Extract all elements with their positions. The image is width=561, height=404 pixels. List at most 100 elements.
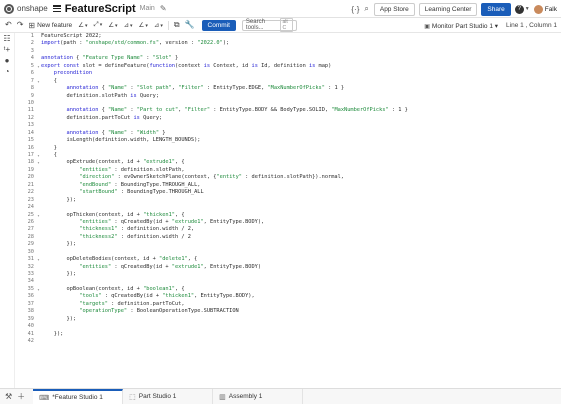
code-line[interactable]: 21 "endBound" : BoundingType.THROUGH_ALL… bbox=[15, 182, 561, 189]
tab-manager-icon[interactable]: ⚒ bbox=[5, 392, 12, 401]
new-feature-button[interactable]: ⊞ New feature bbox=[28, 21, 72, 30]
code-line[interactable]: 19 "entities" : definition.slotPath, bbox=[15, 167, 561, 174]
code-line[interactable]: 24 bbox=[15, 204, 561, 211]
code-line[interactable]: 13 bbox=[15, 122, 561, 129]
insert-operation-dropdown[interactable]: ⊿▾ bbox=[124, 21, 133, 29]
share-button[interactable]: Share bbox=[481, 2, 511, 16]
line-number: 40 bbox=[27, 323, 34, 330]
code-line[interactable]: 41 }); bbox=[15, 331, 561, 338]
code-text: export const slot = defineFeature(functi… bbox=[41, 62, 332, 69]
code-line[interactable]: 16 } bbox=[15, 145, 561, 152]
add-variable-icon[interactable]: ᵗ+ bbox=[0, 44, 14, 55]
code-line[interactable]: 25 ▾ opThicken(context, id + "thicken1", … bbox=[15, 212, 561, 219]
code-text: "entities" : qCreatedBy(id + "extrude1",… bbox=[79, 218, 265, 225]
insert-query-dropdown[interactable]: ∠▾ bbox=[108, 21, 117, 29]
comments-icon[interactable]: ● bbox=[0, 55, 14, 66]
hamburger-menu-icon[interactable] bbox=[52, 5, 61, 12]
branch-label[interactable]: Main bbox=[140, 5, 155, 12]
code-line[interactable]: 35 ▾ opBoolean(context, id + "boolean1", … bbox=[15, 286, 561, 293]
code-line[interactable]: 36 "tools" : qCreatedBy(id + "thicken1",… bbox=[15, 293, 561, 300]
code-line[interactable]: 26 "entities" : qCreatedBy(id + "extrude… bbox=[15, 219, 561, 226]
toolbar-right: ▣ Monitor Part Studio 1 ▾ Line 1 , Column… bbox=[424, 18, 557, 33]
top-right-controls: {·} ⌕ App Store Learning Center Share ? … bbox=[351, 2, 557, 16]
line-number: 24 bbox=[27, 204, 34, 211]
code-line[interactable]: 27 "thickness1" : definition.width / 2, bbox=[15, 226, 561, 233]
add-tab-icon[interactable]: ＋ bbox=[17, 391, 25, 402]
code-line[interactable]: 18 ▾ opExtrude(context, id + "extrude1", … bbox=[15, 159, 561, 166]
avatar[interactable] bbox=[533, 4, 543, 14]
code-line[interactable]: 17 ▾ { bbox=[15, 152, 561, 159]
code-line[interactable]: 39 }); bbox=[15, 316, 561, 323]
feature-list-icon[interactable]: ☷ bbox=[0, 33, 14, 44]
tab-feature-studio-1[interactable]: ⌨ *Feature Studio 1 bbox=[33, 388, 124, 404]
code-line[interactable]: 11 annotation { "Name" : "Part to cut", … bbox=[15, 107, 561, 114]
search-tools-input[interactable]: Search tools... alt C bbox=[241, 18, 297, 32]
user-name[interactable]: Falk bbox=[545, 6, 557, 13]
code-text: import(path : "onshape/std/common.fs", v… bbox=[41, 40, 230, 47]
tab-assembly-1[interactable]: ▥ Assembly 1 bbox=[213, 388, 304, 404]
code-line[interactable]: 7 ▾ { bbox=[15, 78, 561, 85]
new-feature-label: New feature bbox=[37, 21, 73, 29]
insert-evaluation-dropdown[interactable]: ∠▾ bbox=[139, 21, 148, 29]
code-line[interactable]: 15 isLength(definition.width, LENGTH_BOU… bbox=[15, 137, 561, 144]
line-number: 14 bbox=[27, 129, 34, 136]
code-line[interactable]: 4 annotation { "Feature Type Name" : "Slo… bbox=[15, 55, 561, 62]
format-code-icon[interactable]: ⧉ bbox=[174, 21, 180, 29]
line-number: 36 bbox=[27, 293, 34, 300]
edit-pencil-icon[interactable]: ✎ bbox=[160, 4, 167, 13]
code-braces-icon[interactable]: {·} bbox=[351, 5, 359, 14]
code-line[interactable]: 6 precondition bbox=[15, 70, 561, 77]
code-line[interactable]: 9 definition.slotPath is Query; bbox=[15, 93, 561, 100]
help-icon[interactable]: ? bbox=[514, 4, 524, 14]
code-line[interactable]: 32 "entities" : qCreatedBy(id + "extrude… bbox=[15, 264, 561, 271]
toolbar-divider bbox=[167, 20, 169, 30]
code-line[interactable]: 8 annotation { "Name" : "Slot path", "Fi… bbox=[15, 85, 561, 92]
line-number: 32 bbox=[27, 263, 34, 270]
code-line[interactable]: 38 "operationType" : BooleanOperationTyp… bbox=[15, 308, 561, 315]
code-line[interactable]: 5 ▾ export const slot = defineFeature(func… bbox=[15, 63, 561, 70]
search-icon[interactable]: ⌕ bbox=[364, 4, 368, 14]
code-text: { bbox=[41, 77, 57, 84]
code-line[interactable]: 1 FeatureScript 2022; bbox=[15, 33, 561, 40]
code-line[interactable]: 14 annotation { "Name" : "Width" } bbox=[15, 130, 561, 137]
line-number: 13 bbox=[27, 122, 34, 129]
code-line[interactable]: 29 }); bbox=[15, 241, 561, 248]
monitor-part-studio-dropdown[interactable]: ▣ Monitor Part Studio 1 ▾ bbox=[424, 22, 498, 30]
code-line[interactable]: 23 }); bbox=[15, 197, 561, 204]
app-store-button[interactable]: App Store bbox=[373, 2, 415, 16]
learning-center-button[interactable]: Learning Center bbox=[418, 2, 478, 16]
code-text: "direction" : evOwnerSketchPlane(context… bbox=[79, 174, 345, 181]
insert-sketch-dropdown[interactable]: ⊿▾ bbox=[154, 21, 163, 29]
code-line[interactable]: 40 bbox=[15, 323, 561, 330]
insert-snippet-dropdown[interactable]: ∠▾ bbox=[78, 21, 87, 29]
code-text: "startBound" : BoundingType.THROUGH_ALL bbox=[79, 189, 204, 196]
code-line[interactable]: 30 bbox=[15, 249, 561, 256]
history-icon[interactable]: ◔ bbox=[0, 66, 14, 77]
left-rail: ☷ ᵗ+ ● ◔ bbox=[0, 33, 15, 388]
code-line[interactable]: 20 "direction" : evOwnerSketchPlane(cont… bbox=[15, 174, 561, 181]
help-chevron-down-icon[interactable]: ▼ bbox=[525, 6, 530, 12]
commit-button[interactable]: Commit bbox=[201, 19, 236, 31]
code-line[interactable]: 22 "startBound" : BoundingType.THROUGH_A… bbox=[15, 189, 561, 196]
code-editor[interactable]: 1 FeatureScript 2022; 2 import(path : "onsh… bbox=[15, 33, 561, 388]
line-number: 9 bbox=[30, 92, 34, 99]
code-line[interactable]: 10 bbox=[15, 100, 561, 107]
redo-icon[interactable]: ↷ bbox=[17, 21, 24, 29]
code-text: precondition bbox=[53, 70, 93, 77]
code-line[interactable]: 42 bbox=[15, 338, 561, 345]
code-line[interactable]: 37 "targets" : definition.partToCut, bbox=[15, 301, 561, 308]
code-line[interactable]: 34 bbox=[15, 278, 561, 285]
code-line[interactable]: 2 import(path : "onshape/std/common.fs", … bbox=[15, 40, 561, 47]
code-line[interactable]: 31 ▾ opDeleteBodies(context, id + "delete… bbox=[15, 256, 561, 263]
line-number: 17 bbox=[27, 152, 34, 158]
wrench-icon[interactable]: 🔧 bbox=[185, 21, 195, 29]
code-line[interactable]: 12 definition.partToCut is Query; bbox=[15, 115, 561, 122]
code-line[interactable]: 3 bbox=[15, 48, 561, 55]
onshape-logo[interactable]: onshape bbox=[4, 3, 48, 14]
document-title[interactable]: FeatureScript bbox=[65, 3, 136, 15]
code-line[interactable]: 28 "thickness2" : definition.width / 2 bbox=[15, 234, 561, 241]
tab-part-studio-1[interactable]: ⬚ Part Studio 1 bbox=[123, 388, 214, 404]
code-line[interactable]: 33 }); bbox=[15, 271, 561, 278]
undo-icon[interactable]: ↶ bbox=[5, 21, 12, 29]
insert-geometry-dropdown[interactable]: ⤢▾ bbox=[94, 21, 103, 29]
